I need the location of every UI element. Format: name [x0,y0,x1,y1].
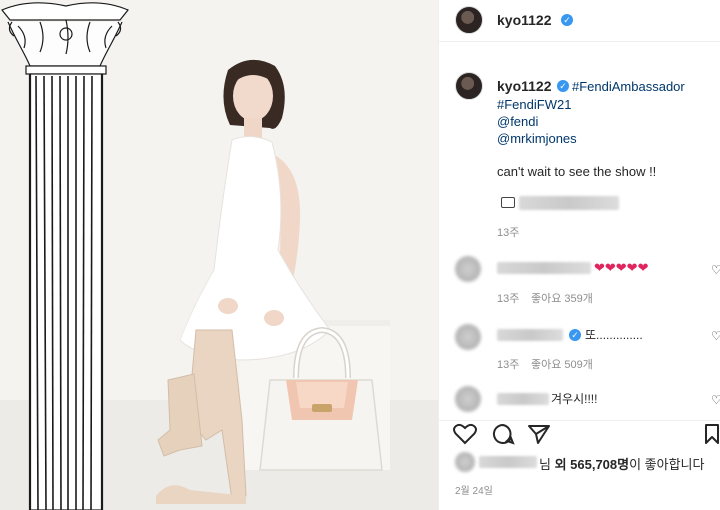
comment-timestamp: 13주 [497,293,520,305]
profile-avatar[interactable] [455,6,483,34]
comment-like-heart-icon[interactable]: ♡ [711,263,720,277]
hashtag-link[interactable]: #FendiFW21 [497,96,571,113]
caption-avatar[interactable] [455,72,483,100]
verified-icon: ✓ [561,14,573,26]
comment-likes[interactable]: 좋아요 359개 [531,290,593,306]
comment-avatar[interactable] [455,256,481,282]
mention-link[interactable]: @mrkimjones [497,130,577,147]
username-link[interactable]: kyo1122 [497,12,552,28]
comment-like-heart-icon[interactable]: ♡ [711,329,720,343]
post-header: kyo1122 ✓ [439,0,720,42]
camera-icon [501,197,515,208]
comment-text: 겨우시!!!! [551,392,598,406]
comment-icon[interactable] [491,423,515,445]
bookmark-icon[interactable] [703,423,720,445]
comment-avatar[interactable] [455,324,481,350]
post-image [0,0,438,510]
redacted-username [479,456,537,468]
caption-username-link[interactable]: kyo1122 [497,78,552,94]
caption-body: can't wait to see the show !! [497,164,657,179]
mention-link[interactable]: @fendi [497,113,538,130]
comment-avatar[interactable] [455,386,481,412]
comment-likes[interactable]: 좋아요 509개 [531,356,593,372]
heart-icon[interactable] [453,423,477,445]
verified-icon: ✓ [569,329,581,341]
post-details-panel: kyo1122 ✓ kyo1122 ✓ #FendiAmbassador #Fe… [438,0,720,510]
hashtag-link[interactable]: #FendiAmbassador [572,78,685,95]
action-bar [439,420,720,448]
post-photo[interactable] [0,0,438,510]
likes-summary[interactable]: 님 외 565,708명이 좋아합니다 [539,454,704,473]
comment-text: ❤❤❤❤❤ [594,260,649,275]
caption-timestamp: 13주 [497,227,520,239]
comment-text: 또.............. [585,328,643,342]
post-date: 2월 24일 [455,486,493,497]
liker-avatar[interactable] [455,452,475,472]
redacted-username [497,393,549,405]
redacted-username [497,329,563,341]
comment-timestamp: 13주 [497,359,520,371]
verified-icon: ✓ [557,80,569,92]
comment-like-heart-icon[interactable]: ♡ [711,393,720,407]
redacted-username [497,262,591,274]
share-icon[interactable] [527,423,551,445]
redacted-text [519,196,619,210]
